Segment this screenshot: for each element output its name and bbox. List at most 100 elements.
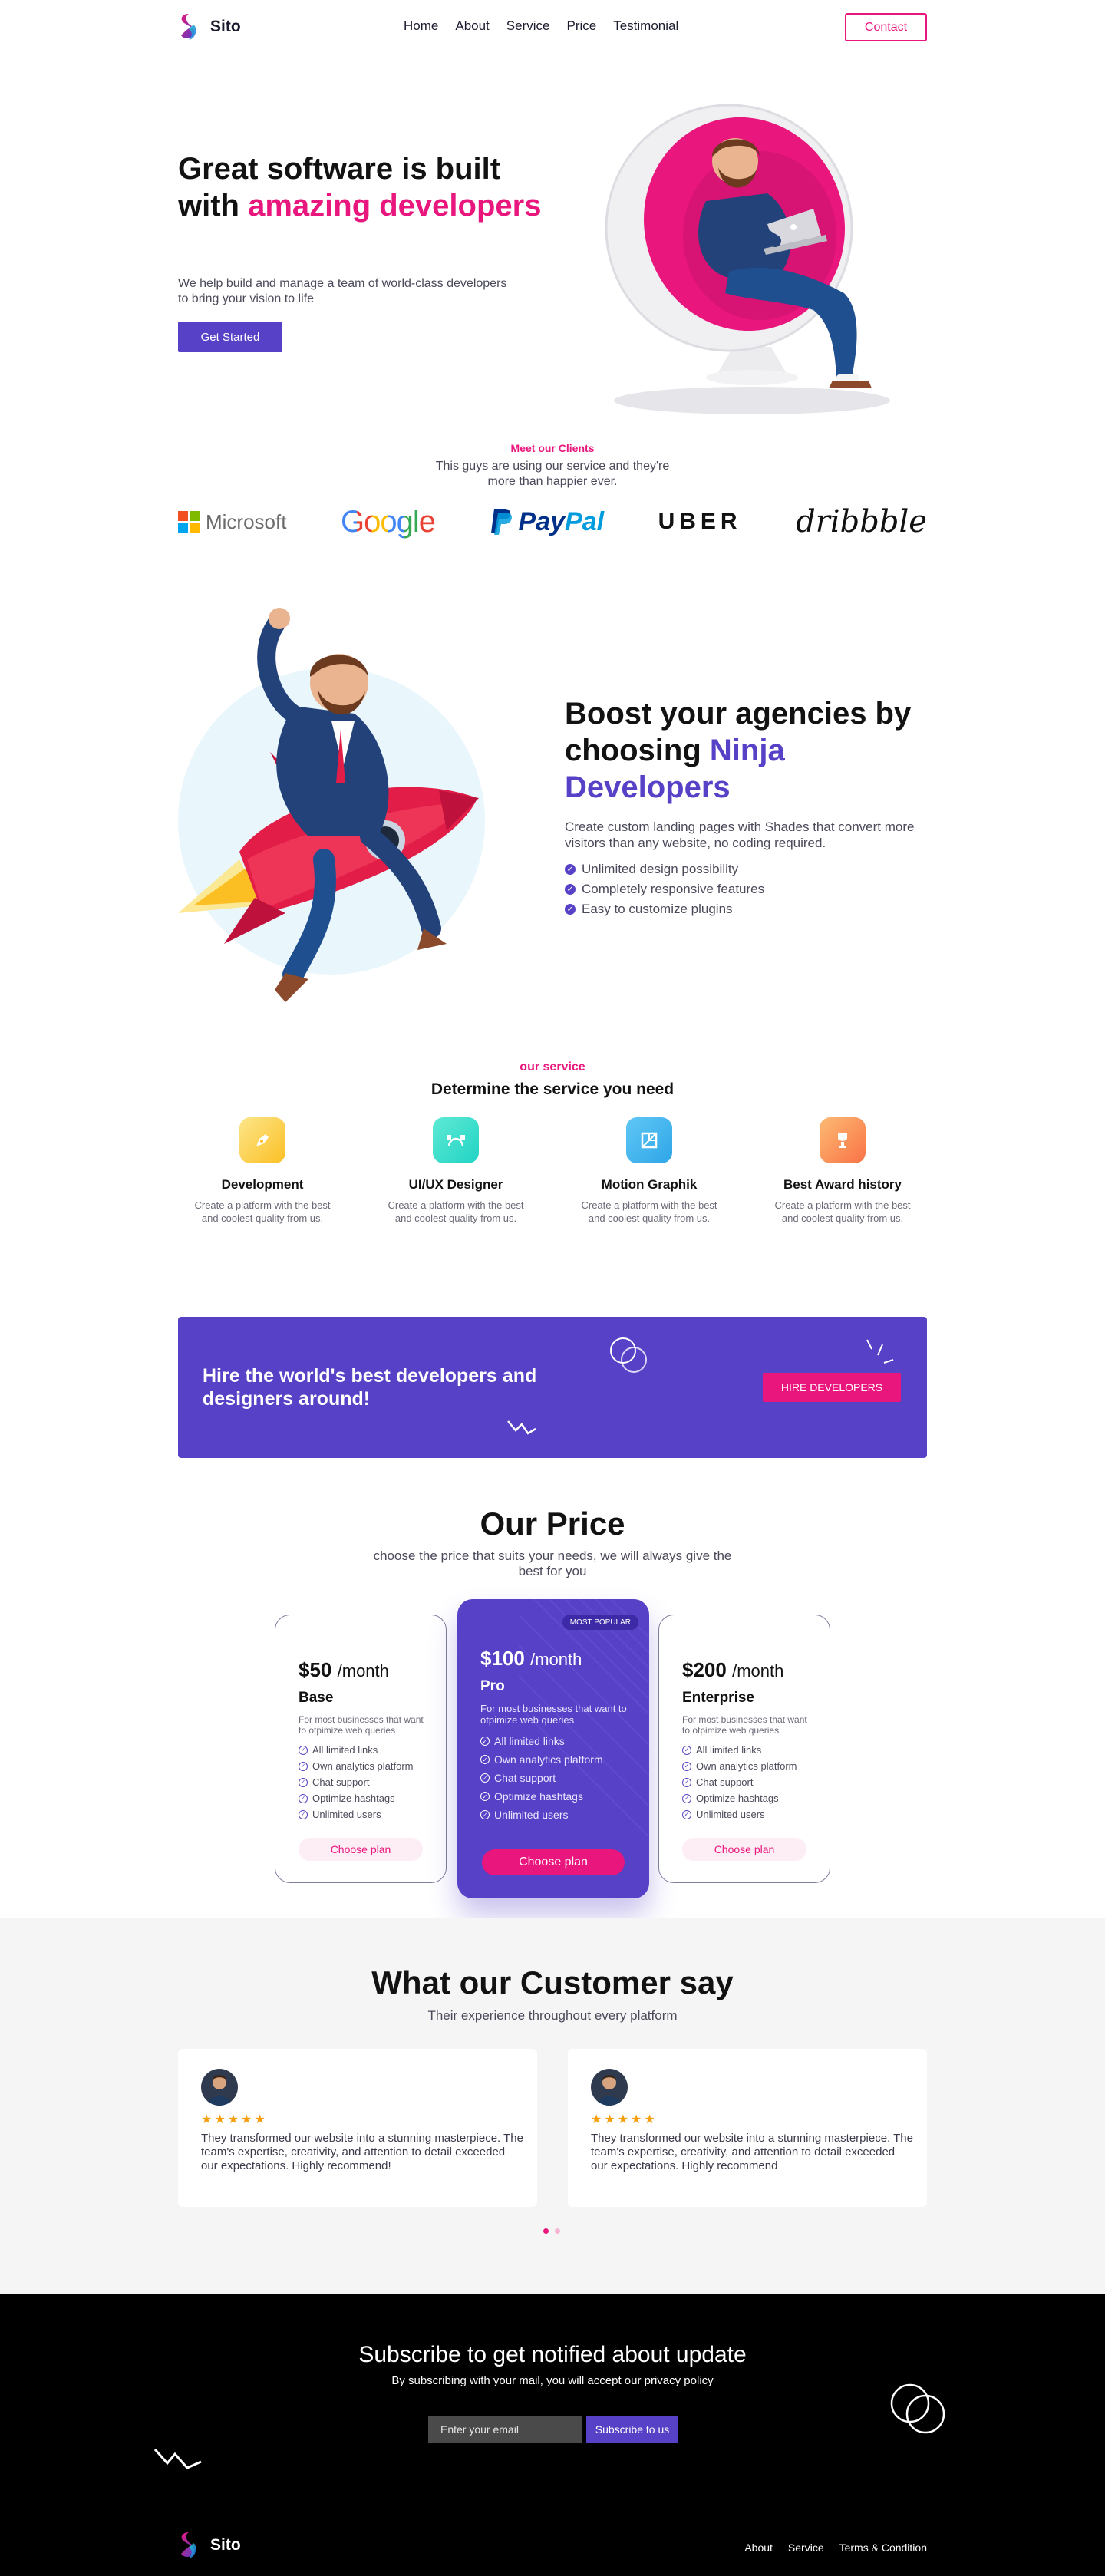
service-title-text: Development (221, 1177, 304, 1192)
boost-feature-list: ✓ Unlimited design possibility ✓ Complet… (565, 859, 764, 919)
testimonial-card: ★★★★★ They transformed our website into … (568, 2049, 927, 2207)
email-field[interactable] (428, 2416, 582, 2443)
plan-desc: For most businesses that want to otpimiz… (682, 1714, 807, 1736)
nav-testimonial[interactable]: Testimonial (613, 18, 678, 34)
plan-feature-label: Unlimited users (696, 1809, 765, 1820)
plan-price-period: /month (530, 1650, 582, 1669)
client-logo-uber: UBER (658, 509, 742, 534)
google-wordmark: Google (341, 504, 436, 539)
feature-label: Easy to customize plugins (582, 902, 733, 916)
testimonial-quote: They transformed our website into a stun… (201, 2132, 523, 2172)
service-card-award[interactable]: Best Award history Create a platform wit… (758, 1117, 927, 1225)
service-card-uiux[interactable]: UI/UX Designer Create a platform with th… (371, 1117, 540, 1225)
plan-price-amount: $100 (480, 1647, 525, 1670)
plan-body: $200 /month Enterprise For most business… (682, 1658, 813, 1822)
avatar (591, 2069, 628, 2106)
top-navigation: Sito Home About Service Price Testimonia… (0, 0, 1105, 55)
hire-developers-button[interactable]: HIRE DEVELOPERS (763, 1373, 901, 1402)
clients-subtitle: This guys are using our service and they… (0, 459, 1105, 490)
client-logo-dribbble: dribbble (796, 504, 927, 539)
plan-feature-label: Own analytics platform (696, 1760, 797, 1772)
plan-feature: ✓ All limited links (682, 1742, 813, 1758)
plan-feature: ✓ Chat support (480, 1769, 632, 1787)
plan-feature: ✓ Chat support (682, 1774, 813, 1790)
plan-feature-label: Optimize hashtags (696, 1793, 779, 1804)
service-title-text: UI/UX Designer (408, 1177, 503, 1192)
plan-body: $100 /month Pro For most businesses that… (480, 1647, 632, 1824)
plan-name: Base (299, 1690, 334, 1706)
service-desc: Create a platform with the best and cool… (581, 1199, 717, 1224)
hero-title: Great software is built with amazing dev… (178, 150, 577, 224)
check-circle-icon: ✓ (299, 1809, 308, 1819)
nav-price[interactable]: Price (566, 18, 596, 34)
client-logo-microsoft: Microsoft (178, 510, 286, 534)
hire-text: Hire the world's best developers and des… (203, 1365, 537, 1410)
hero-title-with: with (178, 189, 249, 223)
get-started-button[interactable]: Get Started (178, 322, 282, 352)
check-circle-icon: ✓ (299, 1761, 308, 1771)
most-popular-badge: MOST POPULAR (562, 1615, 638, 1630)
feature-item: ✓ Completely responsive features (565, 879, 764, 899)
testimonial-quote: They transformed our website into a stun… (591, 2132, 913, 2172)
plan-feature: ✓ Own analytics platform (682, 1758, 813, 1774)
footer-links: About Service Terms & Condition (744, 2541, 927, 2554)
plan-price-amount: $200 (682, 1658, 727, 1681)
plan-feature: ✓ Optimize hashtags (480, 1787, 632, 1806)
paypal-icon (490, 509, 512, 535)
plan-feature: ✓ Unlimited users (480, 1806, 632, 1824)
check-circle-icon: ✓ (299, 1745, 308, 1755)
price-title: Our Price (480, 1506, 625, 1542)
plan-feature-label: Optimize hashtags (494, 1790, 583, 1803)
clients-label: Meet our Clients (510, 442, 595, 454)
service-title-text: Motion Graphik (601, 1177, 698, 1192)
avatar (201, 2069, 238, 2106)
plan-feature-label: Chat support (312, 1776, 370, 1788)
carousel-dot[interactable] (555, 2228, 560, 2234)
plan-feature-label: All limited links (312, 1744, 378, 1756)
plan-feature: ✓ All limited links (299, 1742, 429, 1758)
plan-feature-label: Own analytics platform (312, 1760, 414, 1772)
check-circle-icon: ✓ (480, 1773, 490, 1783)
price-subtitle: choose the price that suits your needs, … (0, 1549, 1105, 1579)
plan-price: $200 /month (682, 1658, 813, 1682)
brand-logo[interactable]: Sito (178, 12, 241, 41)
boost-title: Boost your agencies by choosing Ninja De… (565, 695, 918, 806)
hire-banner: Hire the world's best developers and des… (178, 1317, 927, 1458)
footer-link-terms[interactable]: Terms & Condition (839, 2541, 927, 2554)
plan-feature-label: Chat support (494, 1772, 556, 1784)
boost-description: Create custom landing pages with Shades … (565, 820, 915, 850)
hero-title-accent: amazing developers (248, 189, 542, 223)
plan-price-amount: $50 (299, 1658, 332, 1681)
choose-plan-button[interactable]: Choose plan (299, 1838, 423, 1861)
footer-link-service[interactable]: Service (788, 2541, 824, 2554)
client-logo-google: Google (341, 504, 436, 539)
plan-card-pro: MOST POPULAR $100 /month Pro For most bu… (457, 1599, 649, 1898)
plan-card-base: $50 /month Base For most businesses that… (275, 1615, 447, 1883)
choose-plan-button[interactable]: Choose plan (682, 1838, 806, 1861)
subscribe-button[interactable]: Subscribe to us (586, 2416, 678, 2443)
service-card-motion[interactable]: Motion Graphik Create a platform with th… (565, 1117, 734, 1225)
check-circle-icon: ✓ (682, 1745, 691, 1755)
carousel-dot-active[interactable] (543, 2228, 549, 2234)
service-title: Determine the service you need (430, 1080, 675, 1098)
motion-icon (626, 1117, 672, 1163)
check-circle-icon: ✓ (480, 1810, 490, 1819)
nav-service[interactable]: Service (506, 18, 550, 34)
service-desc: Create a platform with the best and cool… (388, 1199, 524, 1224)
footer-logo[interactable]: Sito (178, 2531, 241, 2560)
plan-feature: ✓ Own analytics platform (299, 1758, 429, 1774)
service-list: Development Create a platform with the b… (178, 1117, 927, 1225)
plan-feature-label: All limited links (696, 1744, 762, 1756)
service-title-text: Best Award history (783, 1177, 902, 1192)
nav-home[interactable]: Home (404, 18, 438, 34)
paypal-wordmark: PayPal (518, 506, 605, 536)
client-logos: Microsoft Google PayPal UBER dribbble (178, 500, 927, 543)
contact-button[interactable]: Contact (845, 13, 927, 41)
check-circle-icon: ✓ (480, 1755, 490, 1764)
choose-plan-button-pro[interactable]: Choose plan (482, 1849, 625, 1875)
nav-about[interactable]: About (455, 18, 489, 34)
plan-feature: ✓ Own analytics platform (480, 1750, 632, 1769)
footer-link-about[interactable]: About (744, 2541, 773, 2554)
service-card-development[interactable]: Development Create a platform with the b… (178, 1117, 347, 1225)
testimonial-card: ★★★★★ They transformed our website into … (178, 2049, 537, 2207)
